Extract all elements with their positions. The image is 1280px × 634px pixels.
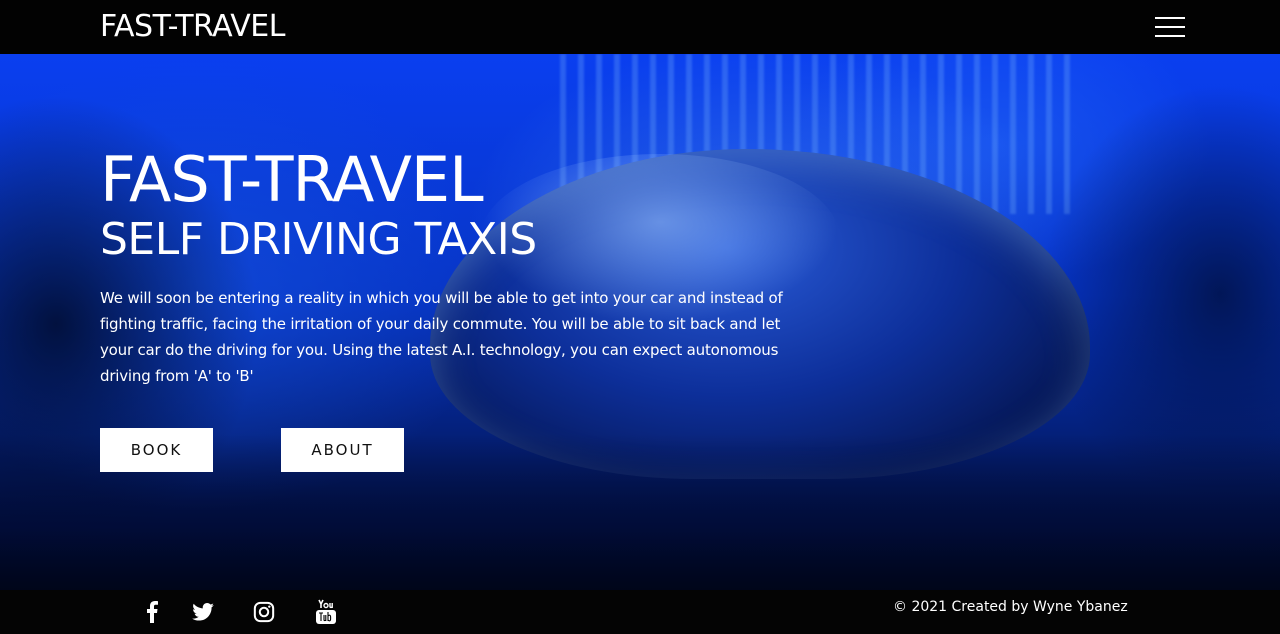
about-button[interactable]: ABOUT [281,428,404,472]
menu-bar [1155,17,1185,19]
page: FAST-TRAVEL FAST-TRAVEL SELF DRIVING TAX… [0,0,1280,634]
menu-bar [1155,35,1185,37]
twitter-icon[interactable] [189,598,217,626]
copyright-text: © 2021 Created by Wyne Ybanez [893,599,1128,615]
hero-subtitle: SELF DRIVING TAXIS [100,214,537,265]
book-button[interactable]: BOOK [100,428,213,472]
hamburger-menu-icon[interactable] [1152,14,1188,40]
hero-description: We will soon be entering a reality in wh… [100,289,783,385]
hero-title: FAST-TRAVEL [100,143,484,216]
brand-logo[interactable]: FAST-TRAVEL [100,10,285,44]
site-header: FAST-TRAVEL [0,0,1280,54]
menu-bar [1155,26,1185,28]
facebook-icon[interactable] [138,598,166,626]
youtube-icon[interactable] [312,598,340,626]
instagram-icon[interactable] [250,598,278,626]
